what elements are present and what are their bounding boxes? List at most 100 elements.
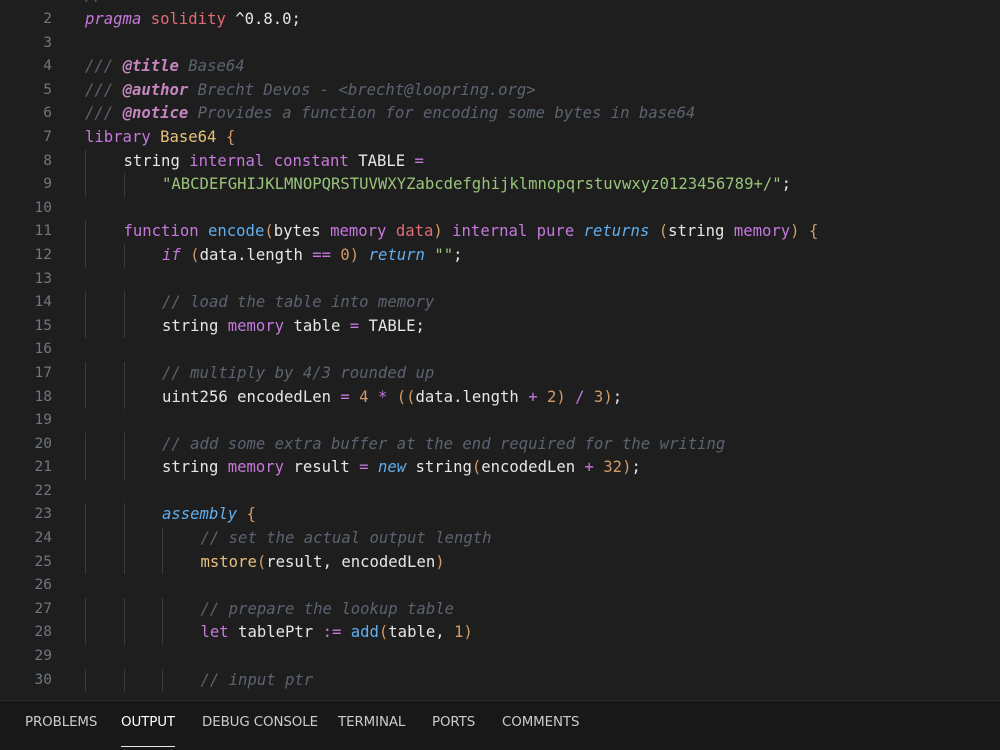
line-code: // set the actual output length — [201, 527, 492, 551]
code-line[interactable]: 1 // SPDX-License-Identifier: MIT — [0, 0, 1000, 8]
indent-guide — [123, 314, 125, 339]
code-lines: 1 // SPDX-License-Identifier: MIT 2 pragma … — [0, 0, 1000, 693]
code-token: ( — [256, 552, 267, 571]
code-line[interactable]: 24 // set the actual output length — [0, 527, 1000, 551]
line-code: string memory result = new string(encode… — [162, 456, 641, 480]
code-token: ) — [556, 387, 566, 406]
code-token: new — [377, 458, 407, 477]
tab-ports[interactable]: PORTS — [432, 715, 475, 735]
code-line[interactable]: 6 /// @notice Provides a function for enc… — [0, 102, 1000, 126]
code-token: library — [85, 127, 151, 146]
line-number: 7 — [43, 128, 52, 145]
code-token: // add some extra buffer at the end requ… — [162, 434, 726, 453]
code-line[interactable]: 20 // add some extra buffer at the end re… — [0, 432, 1000, 457]
code-line[interactable]: 28 let tablePtr := add(table, 1) — [0, 621, 1000, 646]
line-code: pragma solidity ^0.8.0; — [85, 8, 301, 32]
code-token: returns — [583, 222, 650, 241]
code-token: Base64 — [178, 57, 245, 76]
line-number: 1 — [0, 0, 52, 8]
code-token: /// — [85, 57, 123, 76]
code-line[interactable]: 16 — [0, 338, 1000, 362]
indent-guide — [162, 550, 163, 575]
tab-terminal[interactable]: TERMINAL — [338, 715, 405, 735]
code-token: string — [162, 458, 228, 477]
code-line[interactable]: 14 // load the table into memory — [0, 291, 1000, 315]
code-line[interactable]: 18 uint256 encodedLen = 4 * ((data.length… — [0, 385, 1000, 410]
code-line[interactable]: 9 "ABCDEFGHIJKLMNOPQRSTUVWXYZabcdefghijkl… — [0, 173, 1000, 197]
line-number: 16 — [34, 341, 52, 358]
code-line[interactable]: 17 // multiply by 4/3 rounded up — [0, 361, 1000, 386]
code-line[interactable]: 11 function encode(bytes memory data) int… — [0, 220, 1000, 244]
line-code: library Base64 { — [85, 126, 235, 150]
line-code: string memory table = TABLE; — [162, 315, 425, 339]
indent-guide — [123, 432, 125, 457]
code-line[interactable]: 13 — [0, 268, 1000, 292]
code-token: /// — [85, 104, 123, 123]
tab-comments[interactable]: COMMENTS — [502, 715, 579, 735]
code-token: Base64 — [160, 127, 217, 146]
code-token: /// — [85, 80, 123, 99]
line-code: /// @title Base64 — [85, 55, 245, 79]
code-token: 1 — [454, 623, 464, 642]
indent-guide — [123, 385, 125, 410]
code-editor[interactable]: 1 // SPDX-License-Identifier: MIT 2 pragma … — [0, 0, 1000, 700]
line-number: 4 — [43, 58, 52, 75]
indent-guide — [123, 668, 125, 693]
tab-problems[interactable]: PROBLEMS — [25, 715, 97, 735]
code-line[interactable]: 5 /// @author Brecht Devos - <brecht@loop… — [0, 79, 1000, 103]
code-line[interactable]: 15 string memory table = TABLE; — [0, 314, 1000, 339]
code-line[interactable]: 23 assembly { — [0, 503, 1000, 528]
code-line[interactable]: 21 string memory result = new string(enco… — [0, 456, 1000, 480]
indent-guide — [123, 621, 125, 646]
code-line[interactable]: 26 — [0, 574, 1000, 598]
code-line[interactable]: 2 pragma solidity ^0.8.0; — [0, 8, 1000, 32]
code-line[interactable]: 30 // input ptr — [0, 668, 1000, 693]
indent-guide — [85, 385, 86, 410]
code-line[interactable]: 22 — [0, 480, 1000, 504]
code-token: internal constant — [189, 151, 349, 170]
indent-guide — [85, 361, 86, 386]
code-token: ) — [603, 387, 613, 406]
indent-guide — [123, 243, 125, 268]
code-line[interactable]: 8 string internal constant TABLE = — [0, 149, 1000, 174]
indent-guide — [123, 550, 125, 575]
line-code: // add some extra buffer at the end requ… — [162, 433, 725, 457]
line-code: let tablePtr := add(table, 1) — [201, 621, 473, 645]
code-line[interactable]: 4 /// @title Base64 — [0, 55, 1000, 79]
indent-guide — [123, 173, 125, 197]
line-number: 10 — [34, 199, 52, 216]
code-token: string — [123, 151, 190, 170]
tab-output[interactable]: OUTPUT — [121, 715, 175, 747]
code-token: = — [349, 316, 360, 335]
code-line[interactable]: 3 — [0, 32, 1000, 56]
code-token: mstore — [200, 552, 257, 571]
code-line[interactable]: 27 // prepare the lookup table — [0, 597, 1000, 622]
code-token: { — [225, 127, 236, 146]
line-number: 3 — [43, 34, 52, 51]
code-line[interactable]: 10 — [0, 197, 1000, 221]
indent-guide — [162, 527, 163, 551]
code-line[interactable]: 7 library Base64 { — [0, 126, 1000, 150]
code-line[interactable]: 12 if (data.length == 0) return ""; — [0, 243, 1000, 268]
code-token: ^0.8.0; — [225, 10, 301, 28]
line-code: string internal constant TABLE = — [124, 150, 424, 174]
line-number: 14 — [34, 294, 52, 311]
code-line[interactable]: 25 mstore(result, encodedLen) — [0, 550, 1000, 575]
code-token: / — [575, 387, 585, 406]
code-token: { — [246, 505, 256, 524]
code-line[interactable]: 29 — [0, 645, 1000, 669]
code-token: assembly — [162, 505, 238, 524]
indent-guide — [123, 361, 125, 386]
code-token: data.length — [415, 387, 529, 406]
line-number: 29 — [34, 648, 52, 665]
line-number: 19 — [34, 412, 52, 429]
code-line[interactable]: 19 — [0, 409, 1000, 433]
tab-debug-console[interactable]: DEBUG CONSOLE — [202, 715, 318, 735]
line-code: // multiply by 4/3 rounded up — [162, 362, 434, 386]
code-token: ( — [264, 222, 274, 241]
